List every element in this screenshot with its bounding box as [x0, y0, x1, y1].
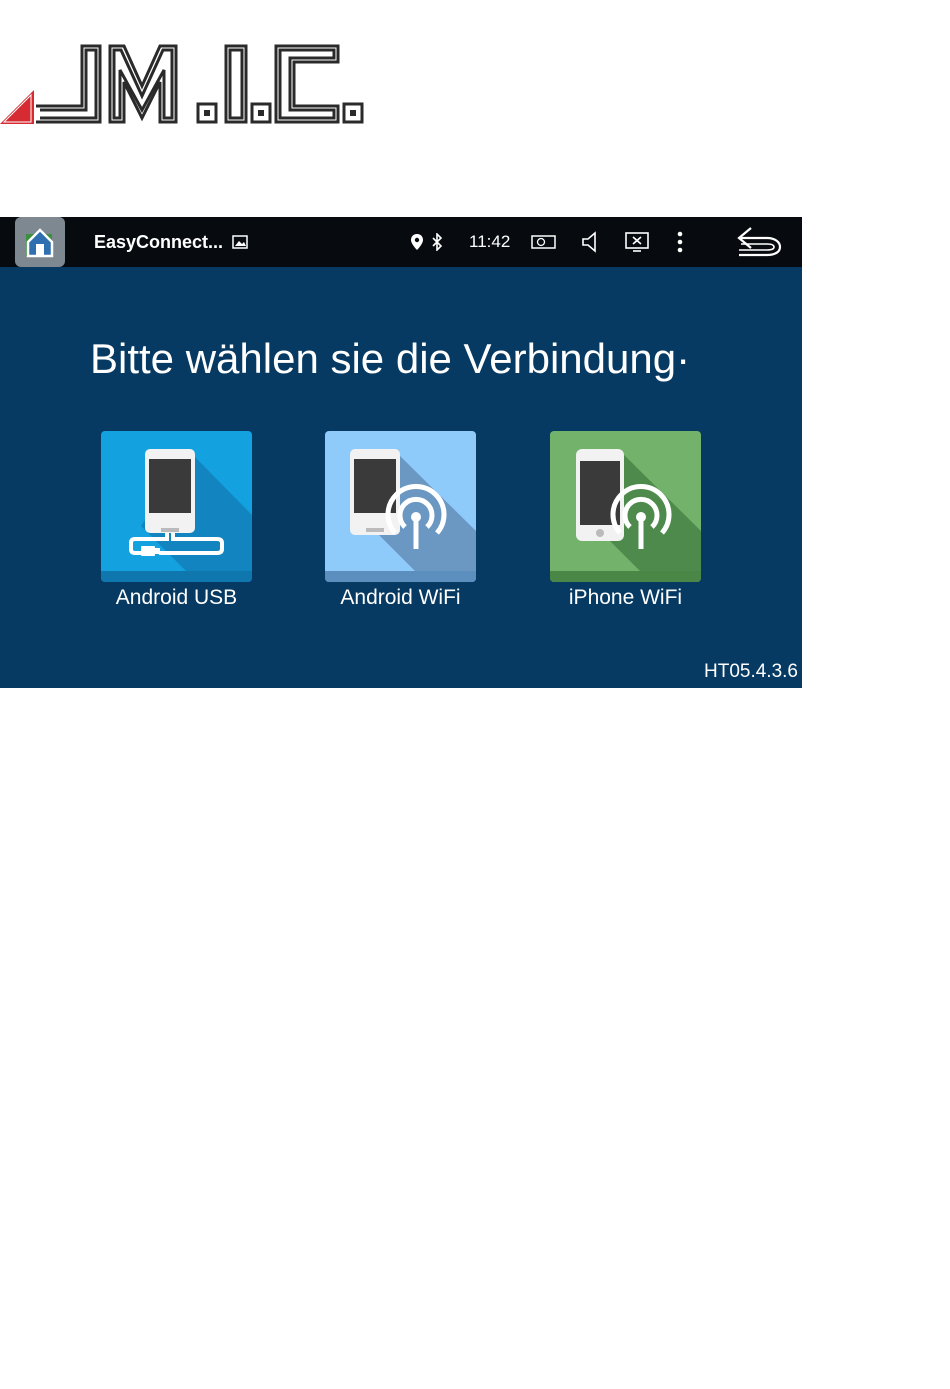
app-title: EasyConnect... — [94, 231, 224, 252]
android-usb-icon — [101, 431, 252, 582]
page-title: Bitte wählen sie die Verbindung· — [90, 335, 691, 382]
version-label: HT05.4.3.6 — [704, 661, 798, 682]
clock: 11:42 — [469, 232, 511, 251]
volume-icon[interactable] — [581, 217, 599, 267]
home-icon — [15, 217, 65, 267]
iphone-wifi-button[interactable]: iPhone WiFi — [550, 431, 701, 609]
bluetooth-icon — [431, 217, 443, 267]
mic-logo — [0, 40, 370, 130]
back-icon[interactable] — [737, 217, 783, 267]
battery-icon — [531, 217, 557, 267]
android-wifi-button[interactable]: Android WiFi — [325, 431, 476, 609]
status-bar: EasyConnect... 11:42 — [0, 217, 802, 267]
app-screen: EasyConnect... 11:42 Bitte wählen sie di… — [0, 217, 802, 688]
image-icon — [232, 217, 248, 267]
android-usb-label: Android USB — [115, 586, 238, 609]
close-box-icon[interactable] — [625, 217, 649, 267]
android-usb-button[interactable]: Android USB — [101, 431, 252, 609]
location-icon — [410, 217, 424, 267]
iphone-wifi-icon — [550, 431, 701, 582]
home-button[interactable] — [15, 217, 67, 267]
android-wifi-icon — [325, 431, 476, 582]
iphone-wifi-label: iPhone WiFi — [568, 586, 683, 609]
more-vert-icon[interactable] — [676, 217, 684, 267]
android-wifi-label: Android WiFi — [340, 586, 461, 609]
